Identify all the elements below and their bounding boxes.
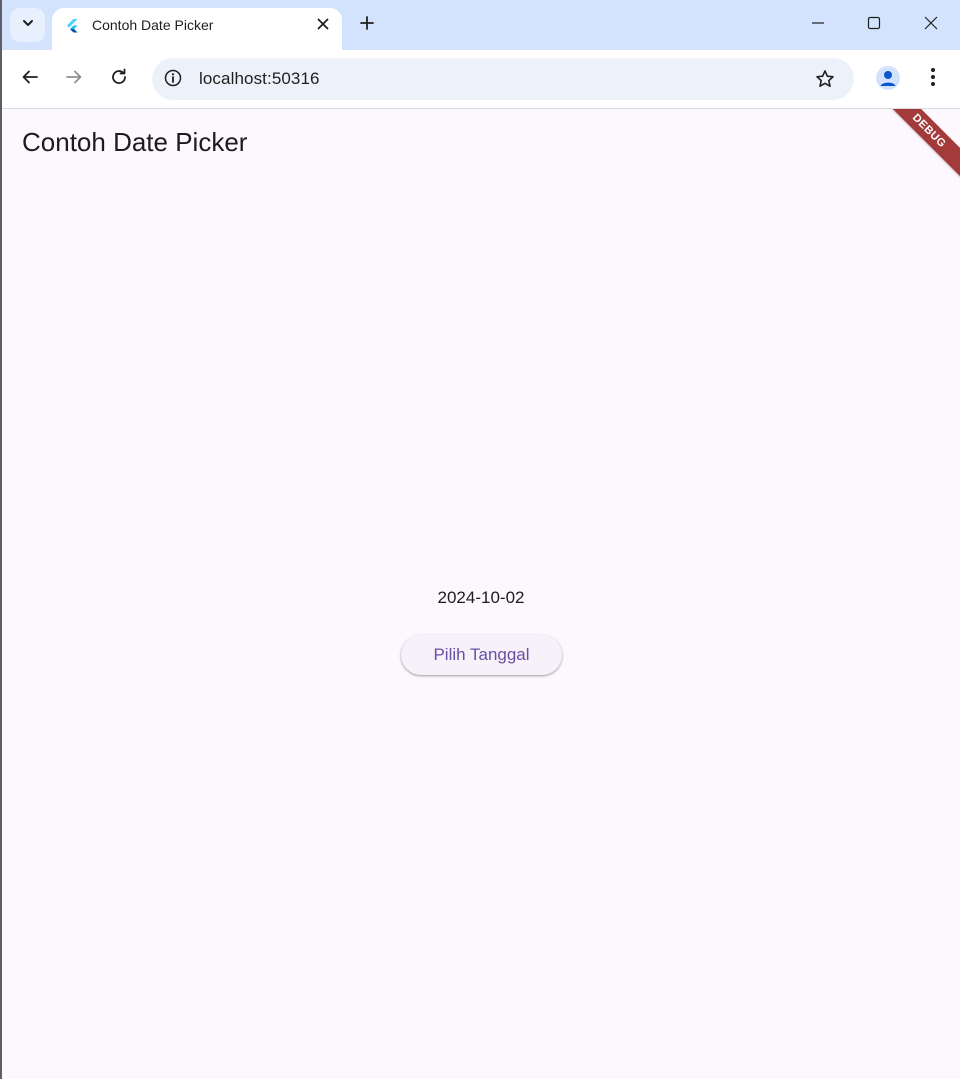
maximize-icon	[867, 16, 881, 35]
browser-toolbar: localhost:50316	[0, 50, 960, 109]
flutter-logo-icon	[64, 18, 80, 34]
person-icon	[876, 71, 900, 90]
browser-menu-button[interactable]	[922, 65, 944, 93]
app-bar-title: Contoh Date Picker	[22, 127, 248, 157]
tab-strip: Contoh Date Picker	[0, 0, 960, 50]
profile-avatar[interactable]	[876, 66, 900, 90]
back-button[interactable]	[16, 65, 44, 93]
pick-date-button[interactable]: Pilih Tanggal	[401, 635, 562, 675]
forward-button[interactable]	[60, 65, 88, 93]
tab-active[interactable]: Contoh Date Picker	[52, 8, 342, 50]
selected-date-text: 2024-10-02	[437, 588, 525, 607]
chevron-down-icon	[21, 16, 35, 35]
minimize-button[interactable]	[805, 12, 831, 38]
close-icon	[924, 16, 938, 35]
info-icon[interactable]	[163, 68, 183, 88]
debug-banner: DEBUG	[875, 109, 960, 185]
arrow-left-icon	[21, 68, 39, 91]
address-bar[interactable]: localhost:50316	[152, 58, 854, 100]
plus-icon	[359, 15, 375, 36]
arrow-right-icon	[65, 68, 83, 91]
reload-button[interactable]	[105, 65, 133, 93]
address-url: localhost:50316	[199, 69, 320, 88]
maximize-button[interactable]	[861, 12, 887, 38]
new-tab-button[interactable]	[355, 13, 379, 37]
tab-title: Contoh Date Picker	[92, 17, 214, 33]
tab-search-button[interactable]	[10, 8, 45, 42]
star-icon[interactable]	[814, 68, 836, 90]
window-border	[0, 0, 2, 1079]
kebab-menu-icon	[930, 67, 936, 92]
close-icon	[317, 17, 329, 35]
close-window-button[interactable]	[918, 12, 944, 38]
app-page: Contoh Date Picker 2024-10-02 Pilih Tang…	[2, 109, 960, 1079]
close-tab-button[interactable]	[314, 17, 332, 35]
browser-window: Contoh Date Picker localhost:50316 Conto…	[0, 0, 960, 1079]
minimize-icon	[811, 16, 825, 35]
reload-icon	[110, 68, 128, 91]
